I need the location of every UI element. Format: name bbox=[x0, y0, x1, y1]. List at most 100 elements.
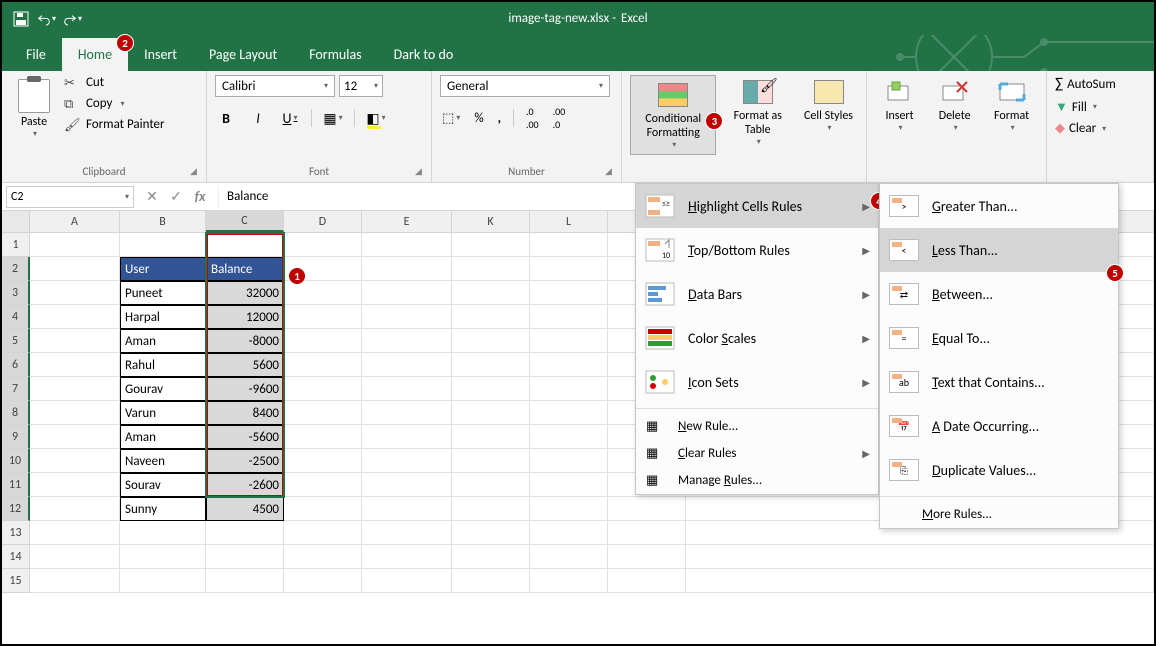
cell-D15[interactable] bbox=[284, 569, 362, 593]
row-header-5[interactable]: 5 bbox=[2, 329, 30, 353]
enter-formula-icon[interactable]: ✓ bbox=[164, 186, 188, 208]
format-as-table-button[interactable]: 🖌 Format as Table▾ bbox=[720, 75, 795, 155]
row-header-13[interactable]: 13 bbox=[2, 521, 30, 545]
cell-E15[interactable] bbox=[362, 569, 452, 593]
bold-button[interactable]: B bbox=[215, 107, 237, 129]
menu-top-bottom-rules[interactable]: 10 Top/Bottom Rules▶ bbox=[636, 228, 878, 272]
format-painter-button[interactable]: 🖌Format Painter bbox=[64, 117, 165, 132]
cell-S12[interactable] bbox=[608, 497, 686, 521]
cell-B2[interactable]: User bbox=[120, 257, 206, 281]
cell-B13[interactable] bbox=[120, 521, 206, 545]
cell-E7[interactable] bbox=[362, 377, 452, 401]
cell-C9[interactable]: -5600 bbox=[206, 425, 284, 449]
cell-C6[interactable]: 5600 bbox=[206, 353, 284, 377]
cell-L10[interactable] bbox=[530, 449, 608, 473]
menu-manage-rules[interactable]: ▦Manage Rules... bbox=[636, 467, 878, 494]
font-size-select[interactable]: 12▾ bbox=[339, 75, 383, 97]
delete-cells-button[interactable]: Delete▾ bbox=[930, 75, 979, 135]
copy-button[interactable]: ⧉Copy ▾ bbox=[64, 96, 165, 111]
cut-button[interactable]: ✂Cut bbox=[64, 75, 165, 90]
cell-K5[interactable] bbox=[452, 329, 530, 353]
cell-E10[interactable] bbox=[362, 449, 452, 473]
cell-E12[interactable] bbox=[362, 497, 452, 521]
cell-A14[interactable] bbox=[30, 545, 120, 569]
cell-A3[interactable] bbox=[30, 281, 120, 305]
cell-A4[interactable] bbox=[30, 305, 120, 329]
cell-D8[interactable] bbox=[284, 401, 362, 425]
cell-A2[interactable] bbox=[30, 257, 120, 281]
row-header-4[interactable]: 4 bbox=[2, 305, 30, 329]
cell-B7[interactable]: Gourav bbox=[120, 377, 206, 401]
menu-data-bars[interactable]: Data Bars▶ bbox=[636, 272, 878, 316]
cell-D1[interactable] bbox=[284, 233, 362, 257]
cell-L7[interactable] bbox=[530, 377, 608, 401]
italic-button[interactable]: I bbox=[247, 107, 269, 129]
row-header-15[interactable]: 15 bbox=[2, 569, 30, 593]
accounting-format-button[interactable]: ⬚▾ bbox=[440, 107, 462, 129]
submenu-greater-than[interactable]: > Greater Than... bbox=[880, 184, 1118, 228]
column-header-A[interactable]: A bbox=[30, 211, 120, 232]
column-header-K[interactable]: K bbox=[452, 211, 530, 232]
cell-E8[interactable] bbox=[362, 401, 452, 425]
row-header-1[interactable]: 1 bbox=[2, 233, 30, 257]
tab-formulas[interactable]: Formulas bbox=[293, 38, 377, 71]
cell-B1[interactable] bbox=[120, 233, 206, 257]
cell-C8[interactable]: 8400 bbox=[206, 401, 284, 425]
menu-highlight-cells-rules[interactable]: ≤≥ Highlight Cells Rules ▶ 4 bbox=[636, 184, 878, 228]
cell-A7[interactable] bbox=[30, 377, 120, 401]
cell-B10[interactable]: Naveen bbox=[120, 449, 206, 473]
cell-K4[interactable] bbox=[452, 305, 530, 329]
column-header-L[interactable]: L bbox=[530, 211, 608, 232]
cell-D10[interactable] bbox=[284, 449, 362, 473]
cell-C11[interactable]: -2600 bbox=[206, 473, 284, 497]
cell-B12[interactable]: Sunny bbox=[120, 497, 206, 521]
cell-E13[interactable] bbox=[362, 521, 452, 545]
column-header-D[interactable]: D bbox=[284, 211, 362, 232]
cell-B8[interactable]: Varun bbox=[120, 401, 206, 425]
cell-L14[interactable] bbox=[530, 545, 608, 569]
cell-E2[interactable] bbox=[362, 257, 452, 281]
decrease-decimal-button[interactable]: .00.0 bbox=[551, 107, 568, 129]
cell-C13[interactable] bbox=[206, 521, 284, 545]
fill-button[interactable]: ▼Fill ▾ bbox=[1055, 99, 1143, 115]
cell-S14[interactable] bbox=[608, 545, 686, 569]
cell-D4[interactable] bbox=[284, 305, 362, 329]
redo-icon[interactable]: ▾ bbox=[64, 10, 82, 28]
cell-A8[interactable] bbox=[30, 401, 120, 425]
cell-L1[interactable] bbox=[530, 233, 608, 257]
cell-A11[interactable] bbox=[30, 473, 120, 497]
cell-D14[interactable] bbox=[284, 545, 362, 569]
cell-L4[interactable] bbox=[530, 305, 608, 329]
cell-K11[interactable] bbox=[452, 473, 530, 497]
column-header-B[interactable]: B bbox=[120, 211, 206, 232]
cell-L5[interactable] bbox=[530, 329, 608, 353]
cancel-formula-icon[interactable]: ✕ bbox=[140, 186, 164, 208]
autosum-button[interactable]: ∑AutoSum bbox=[1055, 75, 1143, 93]
cell-E11[interactable] bbox=[362, 473, 452, 497]
cell-D5[interactable] bbox=[284, 329, 362, 353]
row-header-7[interactable]: 7 bbox=[2, 377, 30, 401]
paste-button[interactable]: Paste ▾ bbox=[10, 75, 58, 143]
undo-icon[interactable]: ▾ bbox=[38, 10, 56, 28]
tab-dark[interactable]: Dark to do bbox=[378, 38, 470, 71]
row-header-2[interactable]: 2 bbox=[2, 257, 30, 281]
cell-B5[interactable]: Aman bbox=[120, 329, 206, 353]
cell-E6[interactable] bbox=[362, 353, 452, 377]
cell-C5[interactable]: -8000 bbox=[206, 329, 284, 353]
cell-K2[interactable] bbox=[452, 257, 530, 281]
menu-icon-sets[interactable]: Icon Sets▶ bbox=[636, 360, 878, 404]
cell-K6[interactable] bbox=[452, 353, 530, 377]
cell-K1[interactable] bbox=[452, 233, 530, 257]
submenu-text-contains[interactable]: ab Text that Contains... bbox=[880, 360, 1118, 404]
cell-A13[interactable] bbox=[30, 521, 120, 545]
conditional-formatting-button[interactable]: Conditional Formatting ▾ 3 bbox=[630, 75, 716, 155]
tab-insert[interactable]: Insert bbox=[128, 38, 193, 71]
cell-B6[interactable]: Rahul bbox=[120, 353, 206, 377]
cell-B3[interactable]: Puneet bbox=[120, 281, 206, 305]
cell-L3[interactable] bbox=[530, 281, 608, 305]
cell-B11[interactable]: Sourav bbox=[120, 473, 206, 497]
cell-K12[interactable] bbox=[452, 497, 530, 521]
cell-styles-button[interactable]: Cell Styles▾ bbox=[799, 75, 858, 155]
cell-L13[interactable] bbox=[530, 521, 608, 545]
clipboard-dialog-launcher[interactable]: ◢ bbox=[190, 166, 202, 178]
